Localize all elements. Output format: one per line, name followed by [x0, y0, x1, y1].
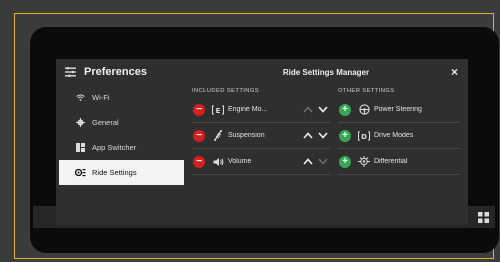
panel-header: Ride Settings Manager ×: [184, 59, 468, 85]
included-settings-column: INCLUDED SETTINGS − E Engine Mo... − Sus…: [192, 85, 330, 175]
setting-label: Suspension: [228, 132, 265, 139]
other-setting-row: + D Drive Modes: [338, 123, 460, 149]
move-up-button[interactable]: [303, 132, 313, 139]
sidebar-item-ride-settings[interactable]: Ride Settings: [59, 160, 184, 185]
plus-icon: +: [342, 155, 348, 167]
add-button[interactable]: +: [339, 129, 351, 142]
engine-mode-icon: E: [211, 105, 225, 115]
steering-wheel-icon: [357, 104, 371, 115]
move-up-button[interactable]: [303, 106, 313, 113]
preferences-icon: [65, 67, 76, 77]
preferences-dialog: Preferences Wi-Fi General App Switcher R…: [56, 59, 468, 225]
grid-icon: [477, 211, 489, 223]
other-setting-row: + Differential: [338, 149, 460, 175]
setting-label: Volume: [228, 158, 252, 165]
svg-text:D: D: [361, 132, 367, 140]
included-setting-row: − Suspension: [192, 123, 330, 149]
volume-icon: [211, 157, 225, 167]
move-down-button[interactable]: [318, 106, 328, 113]
ride-settings-icon: [74, 168, 86, 177]
panel-title: Ride Settings Manager: [282, 67, 370, 77]
setting-label: Engine Mo...: [228, 106, 268, 113]
grid-menu-button[interactable]: [472, 206, 494, 228]
sidebar-item-general[interactable]: General: [56, 110, 184, 135]
preferences-sidebar: Preferences Wi-Fi General App Switcher R…: [56, 59, 184, 225]
move-up-button[interactable]: [303, 158, 313, 165]
setting-label: Drive Modes: [374, 132, 414, 139]
suspension-icon: [211, 130, 225, 141]
sidebar-header: Preferences: [56, 59, 184, 85]
sidebar-item-label: Wi-Fi: [92, 93, 110, 102]
gear-icon: [74, 118, 86, 127]
minus-icon: −: [196, 129, 202, 141]
other-setting-row: + Power Steering: [338, 97, 460, 123]
other-settings-column: OTHER SETTINGS + Power Steering + D Driv…: [338, 85, 460, 175]
sidebar-item-label: Ride Settings: [92, 168, 137, 177]
setting-label: Differential: [374, 158, 408, 165]
included-setting-row: − Volume: [192, 149, 330, 175]
close-button[interactable]: ×: [451, 65, 458, 79]
plus-icon: +: [342, 129, 348, 141]
sidebar-item-label: App Switcher: [92, 143, 137, 152]
ride-settings-panel: Ride Settings Manager × INCLUDED SETTING…: [184, 59, 468, 225]
remove-button[interactable]: −: [193, 155, 205, 168]
differential-icon: [357, 156, 371, 167]
setting-label: Power Steering: [374, 106, 422, 113]
sidebar-item-app-switcher[interactable]: App Switcher: [56, 135, 184, 160]
svg-text:E: E: [216, 106, 221, 114]
drive-modes-icon: D: [357, 131, 371, 141]
wifi-icon: [74, 94, 86, 101]
move-down-button[interactable]: [318, 132, 328, 139]
sidebar-item-label: General: [92, 118, 119, 127]
sidebar-item-wifi[interactable]: Wi-Fi: [56, 85, 184, 110]
other-settings-heading: OTHER SETTINGS: [338, 88, 395, 94]
included-settings-heading: INCLUDED SETTINGS: [192, 88, 260, 94]
remove-button[interactable]: −: [193, 103, 205, 116]
minus-icon: −: [196, 103, 202, 115]
app-switcher-icon: [74, 143, 86, 152]
minus-icon: −: [196, 155, 202, 167]
add-button[interactable]: +: [339, 155, 351, 168]
plus-icon: +: [342, 103, 348, 115]
remove-button[interactable]: −: [193, 129, 205, 142]
included-setting-row: − E Engine Mo...: [192, 97, 330, 123]
move-down-button[interactable]: [318, 158, 328, 165]
add-button[interactable]: +: [339, 103, 351, 116]
sidebar-title: Preferences: [84, 66, 147, 78]
